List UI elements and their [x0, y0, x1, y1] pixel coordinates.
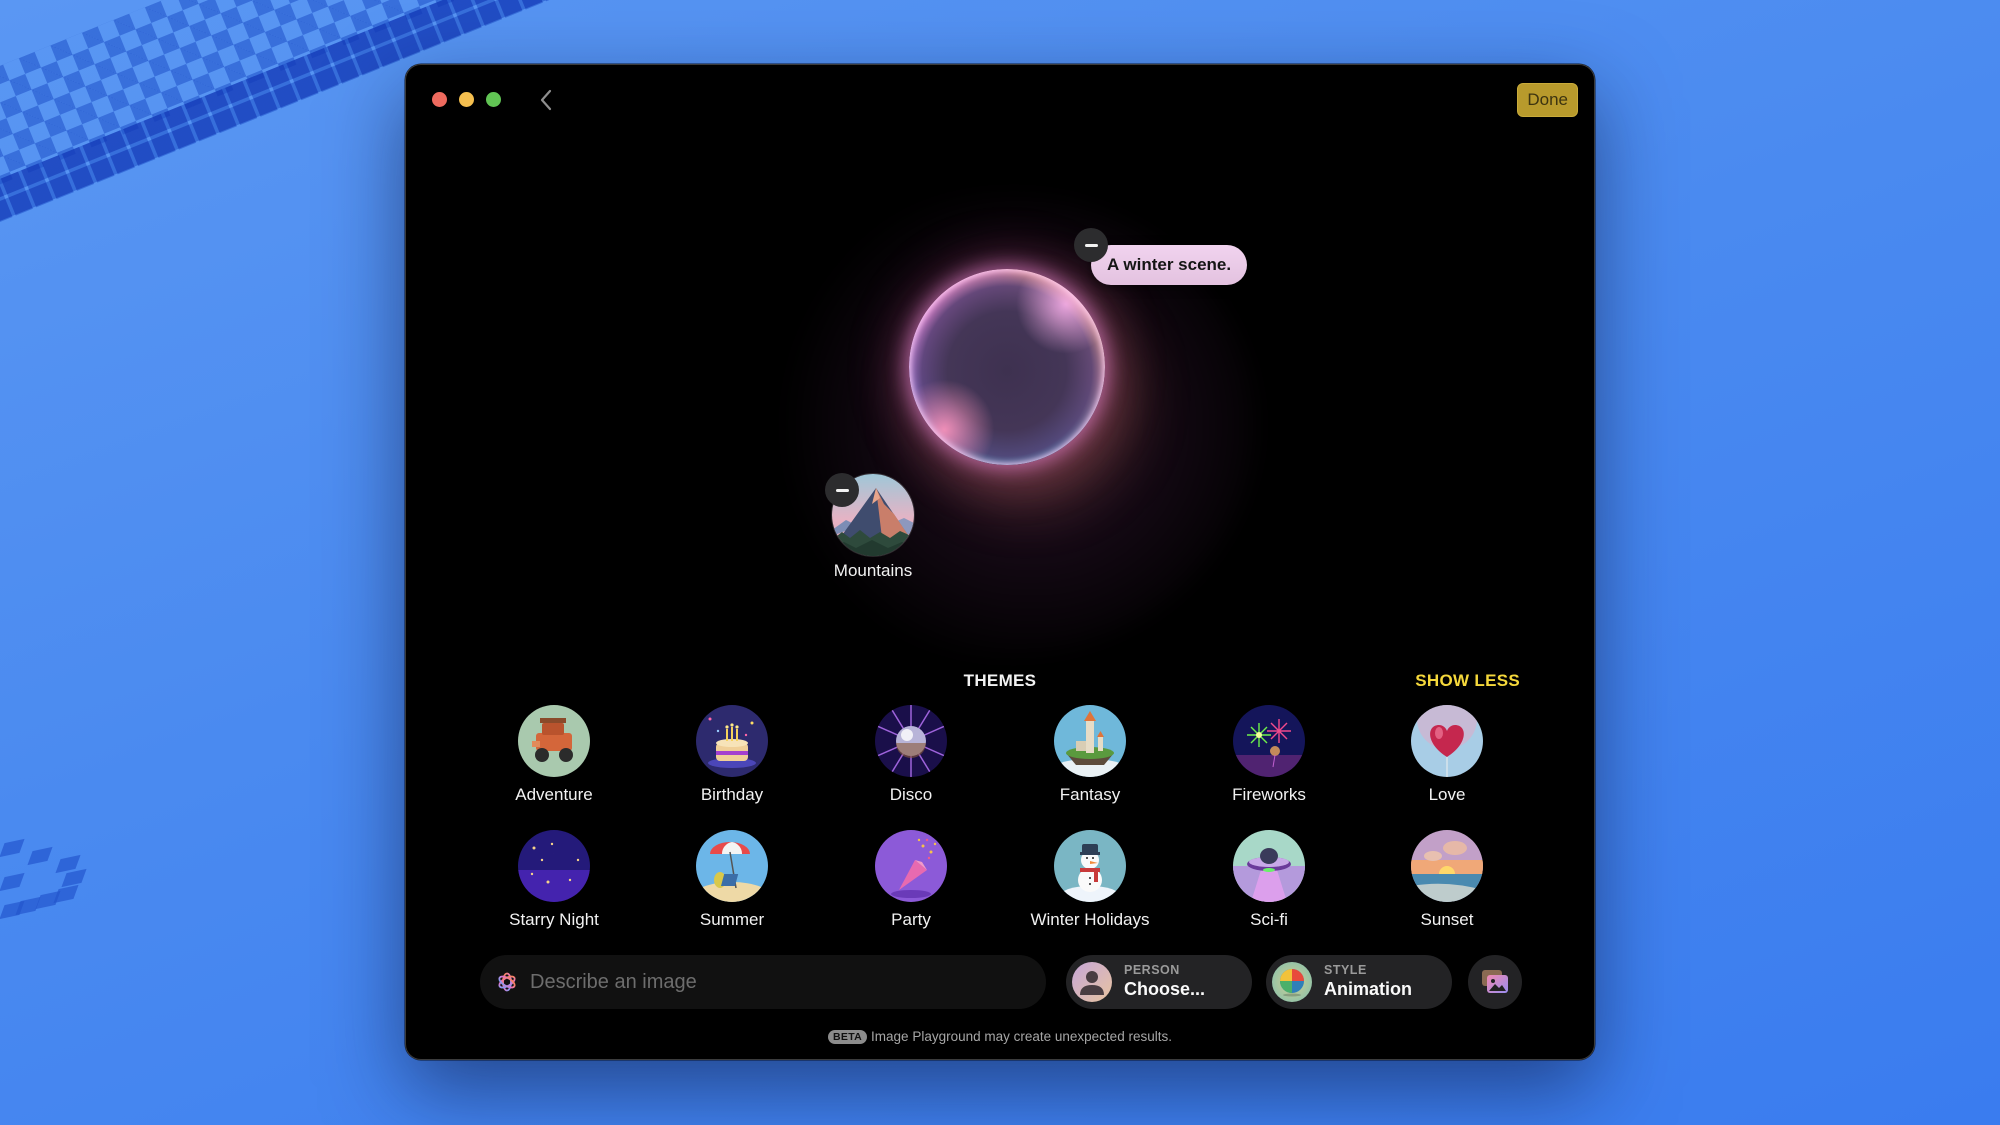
- theme-sci-fi[interactable]: Sci-fi: [1184, 830, 1354, 930]
- theme-label: Sci-fi: [1250, 910, 1288, 929]
- theme-label: Party: [891, 910, 931, 929]
- image-playground-icon: [498, 972, 516, 992]
- theme-fireworks[interactable]: Fireworks: [1184, 705, 1354, 805]
- ufo-icon: [1233, 830, 1305, 902]
- theme-label: Fantasy: [1059, 785, 1121, 804]
- concept-label: Mountains: [833, 561, 913, 580]
- theme-party[interactable]: Party: [826, 830, 996, 930]
- minimize-window-button[interactable]: [459, 92, 474, 107]
- prompt-chip-text: A winter scene.: [1107, 255, 1232, 274]
- wallpaper-blocks: [0, 835, 90, 925]
- theme-label: Sunset: [1420, 910, 1474, 929]
- theme-label: Disco: [889, 785, 933, 804]
- beta-notice-text: Image Playground may create unexpected r…: [871, 1029, 1172, 1044]
- theme-label: Fireworks: [1232, 785, 1306, 804]
- back-button[interactable]: [536, 85, 558, 115]
- show-less-button[interactable]: SHOW LESS: [1415, 671, 1520, 691]
- fireworks-icon: [1233, 705, 1305, 777]
- close-window-button[interactable]: [432, 92, 447, 107]
- person-picker-button[interactable]: PERSON Choose...: [1066, 955, 1252, 1009]
- generation-bubble: [909, 269, 1105, 465]
- theme-winter-holidays[interactable]: Winter Holidays: [1005, 830, 1175, 930]
- theme-starry-night[interactable]: Starry Night: [469, 830, 639, 930]
- beach-ball-icon: [1272, 962, 1312, 1002]
- style-thumbnail: [1272, 962, 1312, 1002]
- style-caption: STYLE: [1324, 963, 1367, 978]
- person-caption: PERSON: [1124, 963, 1180, 978]
- theme-label: Adventure: [515, 785, 593, 804]
- theme-adventure[interactable]: Adventure: [469, 705, 639, 805]
- party-popper-icon: [875, 830, 947, 902]
- disco-ball-icon: [875, 705, 947, 777]
- theme-label: Starry Night: [509, 910, 599, 929]
- sunset-icon: [1411, 830, 1483, 902]
- snowman-icon: [1054, 830, 1126, 902]
- person-icon: [1072, 962, 1112, 1002]
- theme-label: Birthday: [700, 785, 764, 804]
- theme-summer[interactable]: Summer: [647, 830, 817, 930]
- heart-balloon-icon: [1411, 705, 1483, 777]
- theme-fantasy[interactable]: Fantasy: [1005, 705, 1175, 805]
- style-picker-button[interactable]: STYLE Animation: [1266, 955, 1452, 1009]
- theme-love[interactable]: Love: [1362, 705, 1532, 805]
- person-value: Choose...: [1124, 978, 1206, 999]
- remove-prompt-button[interactable]: [1074, 228, 1108, 262]
- theme-label: Winter Holidays: [1030, 910, 1150, 929]
- moon-stars-icon: [518, 830, 590, 902]
- theme-disco[interactable]: Disco: [826, 705, 996, 805]
- jeep-icon: [518, 705, 590, 777]
- theme-label: Love: [1428, 785, 1466, 804]
- prompt-chip[interactable]: A winter scene.: [1091, 245, 1248, 285]
- describe-input[interactable]: [530, 970, 1010, 994]
- photo-gallery-icon: [1482, 970, 1508, 993]
- zoom-window-button[interactable]: [486, 92, 501, 107]
- photo-gallery-button[interactable]: [1468, 955, 1522, 1009]
- beta-notice: BETA Image Playground may create unexpect…: [406, 1029, 1594, 1044]
- cake-icon: [696, 705, 768, 777]
- beta-badge: BETA: [828, 1030, 868, 1044]
- style-value: Animation: [1324, 978, 1412, 999]
- castle-icon: [1054, 705, 1126, 777]
- chevron-left-icon: [540, 89, 552, 111]
- beach-umbrella-icon: [696, 830, 768, 902]
- person-avatar: [1072, 962, 1112, 1002]
- theme-label: Summer: [699, 910, 765, 929]
- describe-field[interactable]: [480, 955, 1046, 1009]
- done-button[interactable]: Done: [1517, 83, 1578, 117]
- theme-birthday[interactable]: Birthday: [647, 705, 817, 805]
- theme-sunset[interactable]: Sunset: [1362, 830, 1532, 930]
- remove-concept-button[interactable]: [825, 473, 859, 507]
- image-playground-window: Done A winter scene. Mountains THEMES SH…: [405, 64, 1595, 1060]
